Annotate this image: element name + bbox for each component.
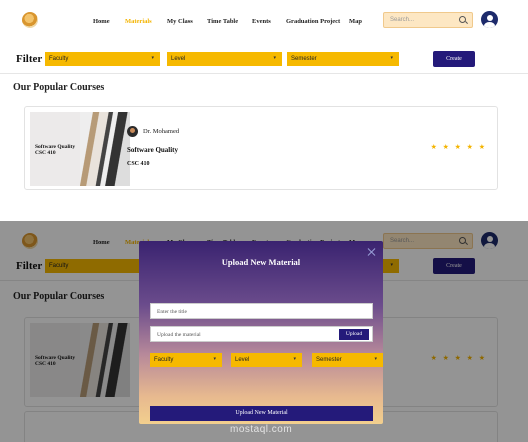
section-title: Our Popular Courses xyxy=(13,82,105,93)
modal-level-value: Level xyxy=(235,357,250,363)
filter-bar: Filter Faculty ▾ Level ▾ Semester ▾ Crea… xyxy=(0,44,528,74)
material-file-label: Upload the material xyxy=(157,332,201,338)
navbar: Home Materials My Class Time Table Event… xyxy=(0,0,528,44)
course-photo xyxy=(80,112,130,186)
rating-stars-icon: ★ ★ ★ ★ ★ xyxy=(430,143,487,151)
material-file-field[interactable]: Upload the material Upload xyxy=(150,326,373,342)
course-name: Software Quality xyxy=(127,146,179,154)
thumb-code: CSC 410 xyxy=(35,150,56,156)
search-placeholder: Search... xyxy=(390,17,415,23)
upload-material-modal: Upload New Material Enter the title Uplo… xyxy=(139,241,383,424)
title-input[interactable]: Enter the title xyxy=(150,303,373,319)
semester-select-value: Semester xyxy=(291,56,317,62)
logo[interactable] xyxy=(22,12,38,28)
course-thumbnail: Software Quality CSC 410 xyxy=(30,112,130,186)
nav-materials[interactable]: Materials xyxy=(125,18,152,25)
nav-home[interactable]: Home xyxy=(93,18,110,25)
filter-label: Filter xyxy=(16,53,43,65)
nav-graduation-project[interactable]: Graduation Project xyxy=(286,18,340,25)
materials-page-with-modal: Home Materials My Class Time Table Event… xyxy=(0,221,528,442)
modal-level-select[interactable]: Level ▾ xyxy=(231,353,302,367)
level-select[interactable]: Level ▾ xyxy=(167,52,282,66)
modal-semester-select[interactable]: Semester ▾ xyxy=(312,353,383,367)
upload-button[interactable]: Upload xyxy=(339,329,369,340)
chevron-down-icon: ▾ xyxy=(390,55,393,61)
semester-select[interactable]: Semester ▾ xyxy=(287,52,399,66)
create-button[interactable]: Create xyxy=(433,51,475,67)
nav-my-class[interactable]: My Class xyxy=(167,18,193,25)
modal-faculty-value: Faculty xyxy=(154,357,174,363)
upload-new-material-button[interactable]: Upload New Material xyxy=(150,406,373,421)
materials-page: Home Materials My Class Time Table Event… xyxy=(0,0,528,200)
search-input[interactable]: Search... xyxy=(383,12,473,28)
level-select-value: Level xyxy=(171,56,186,62)
chevron-down-icon: ▾ xyxy=(374,356,377,362)
user-avatar-icon[interactable] xyxy=(481,11,498,28)
chevron-down-icon: ▾ xyxy=(151,55,154,61)
modal-title: Upload New Material xyxy=(221,257,301,267)
faculty-select-value: Faculty xyxy=(49,56,69,62)
course-code: CSC 410 xyxy=(127,161,150,167)
modal-semester-value: Semester xyxy=(316,357,342,363)
modal-faculty-select[interactable]: Faculty ▾ xyxy=(150,353,222,367)
nav-events[interactable]: Events xyxy=(252,18,271,25)
instructor-name: Dr. Mohamed xyxy=(143,128,180,135)
close-icon[interactable] xyxy=(367,248,375,256)
watermark: mostaql.com xyxy=(230,424,293,435)
title-input-placeholder: Enter the title xyxy=(157,309,187,315)
instructor-avatar xyxy=(127,126,138,137)
search-icon[interactable] xyxy=(459,16,466,23)
chevron-down-icon: ▾ xyxy=(213,356,216,362)
nav-time-table[interactable]: Time Table xyxy=(207,18,238,25)
chevron-down-icon: ▾ xyxy=(293,356,296,362)
chevron-down-icon: ▾ xyxy=(273,55,276,61)
nav-map[interactable]: Map xyxy=(349,18,362,25)
faculty-select[interactable]: Faculty ▾ xyxy=(45,52,160,66)
course-card[interactable]: Software Quality CSC 410 Dr. Mohamed Sof… xyxy=(24,106,498,190)
